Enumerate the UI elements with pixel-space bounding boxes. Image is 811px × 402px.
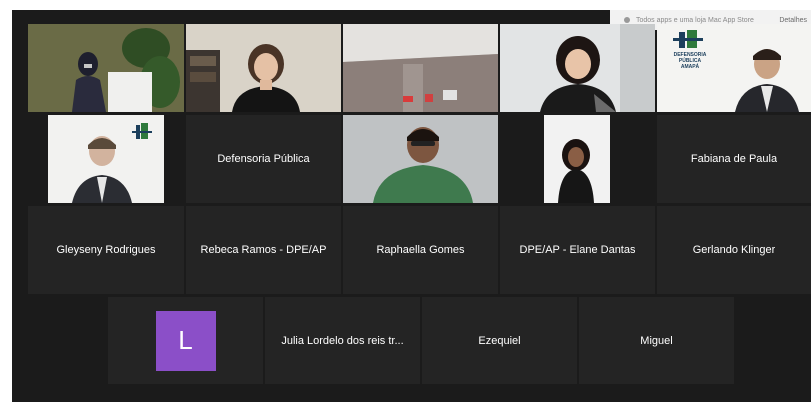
notification-details-link[interactable]: Detalhes bbox=[779, 17, 811, 24]
participant-tile-p12[interactable]: Rebeca Ramos - DPE/AP bbox=[186, 206, 341, 294]
notification-text: Todos apps e uma loja Mac App Store bbox=[636, 16, 754, 24]
participant-tile-p13[interactable]: Raphaella Gomes bbox=[343, 206, 498, 294]
participant-avatar: L bbox=[155, 310, 216, 371]
participant-tile-p16[interactable]: L bbox=[108, 297, 263, 384]
logo-text: DEFENSORIA PÚBLICA AMAPÁ bbox=[673, 52, 707, 70]
participant-name: Gerlando Klinger bbox=[692, 244, 776, 256]
avatar-initial: L bbox=[178, 325, 193, 355]
participant-tile-p19[interactable]: Miguel bbox=[579, 297, 734, 384]
participant-name: Raphaella Gomes bbox=[376, 244, 465, 256]
participant-tile-p8[interactable] bbox=[343, 115, 498, 203]
participant-tile-p17[interactable]: Julia Lordelo dos reis tr... bbox=[265, 297, 420, 384]
participant-tile-p2[interactable] bbox=[186, 24, 341, 112]
participant-name: DPE/AP - Elane Dantas bbox=[519, 244, 636, 256]
participant-name: Julia Lordelo dos reis tr... bbox=[281, 334, 404, 347]
participant-tile-p4[interactable] bbox=[500, 24, 655, 112]
participant-tile-p7[interactable]: Defensoria Pública bbox=[186, 115, 341, 203]
participant-video bbox=[500, 24, 655, 112]
participant-video bbox=[343, 24, 498, 112]
participant-video bbox=[28, 24, 184, 112]
participant-video bbox=[343, 115, 498, 203]
participant-tile-p5[interactable]: DEFENSORIA PÚBLICA AMAPÁ bbox=[657, 24, 811, 112]
participant-name: Defensoria Pública bbox=[217, 153, 310, 165]
participant-tile-p9[interactable] bbox=[500, 115, 655, 203]
notification-icon bbox=[624, 17, 630, 23]
participant-name: Fabiana de Paula bbox=[690, 153, 778, 165]
participant-tile-p6[interactable] bbox=[28, 115, 184, 203]
participant-tile-p10[interactable]: Fabiana de Paula bbox=[657, 115, 811, 203]
participant-name: Rebeca Ramos - DPE/AP bbox=[200, 244, 327, 256]
meeting-window: Todos apps e uma loja Mac App Store Deta… bbox=[12, 10, 811, 402]
participant-name: Gleyseny Rodrigues bbox=[56, 244, 156, 256]
participant-name: Miguel bbox=[640, 334, 673, 347]
participant-tile-p18[interactable]: Ezequiel bbox=[422, 297, 577, 384]
participant-tile-p14[interactable]: DPE/AP - Elane Dantas bbox=[500, 206, 655, 294]
participant-video bbox=[500, 115, 655, 203]
participant-video bbox=[186, 24, 341, 112]
participant-tile-p1[interactable] bbox=[28, 24, 184, 112]
participant-tile-p3[interactable] bbox=[343, 24, 498, 112]
participant-video bbox=[28, 115, 184, 203]
participant-tile-p15[interactable]: Gerlando Klinger bbox=[657, 206, 811, 294]
participant-tile-p11[interactable]: Gleyseny Rodrigues bbox=[28, 206, 184, 294]
participant-name: Ezequiel bbox=[478, 334, 521, 347]
